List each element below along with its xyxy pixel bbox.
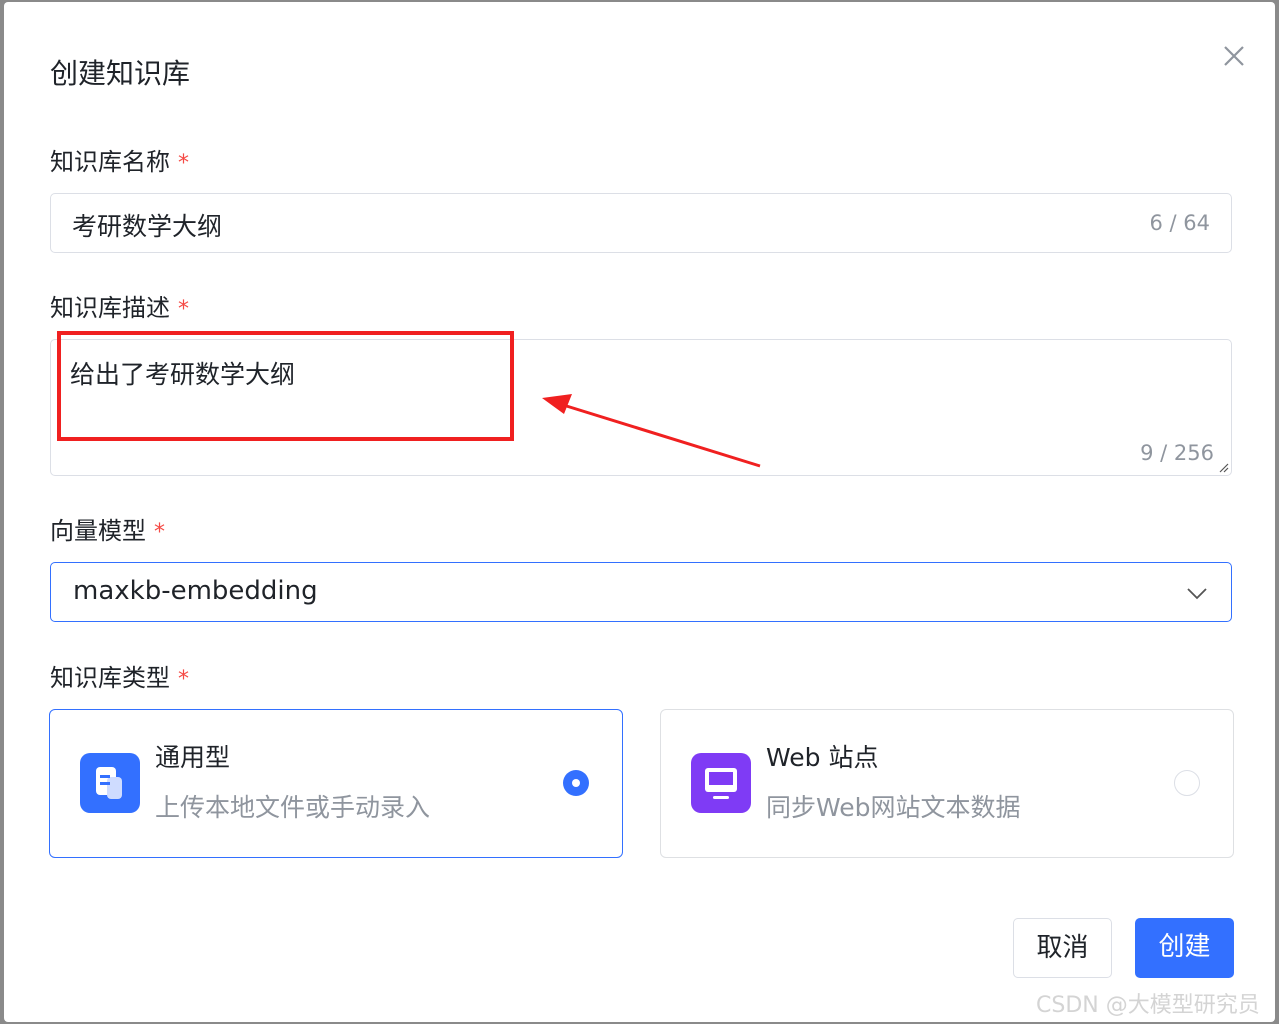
watermark: CSDN @大模型研究员 xyxy=(1036,993,1260,1018)
annotation-arrow-icon xyxy=(542,394,761,468)
